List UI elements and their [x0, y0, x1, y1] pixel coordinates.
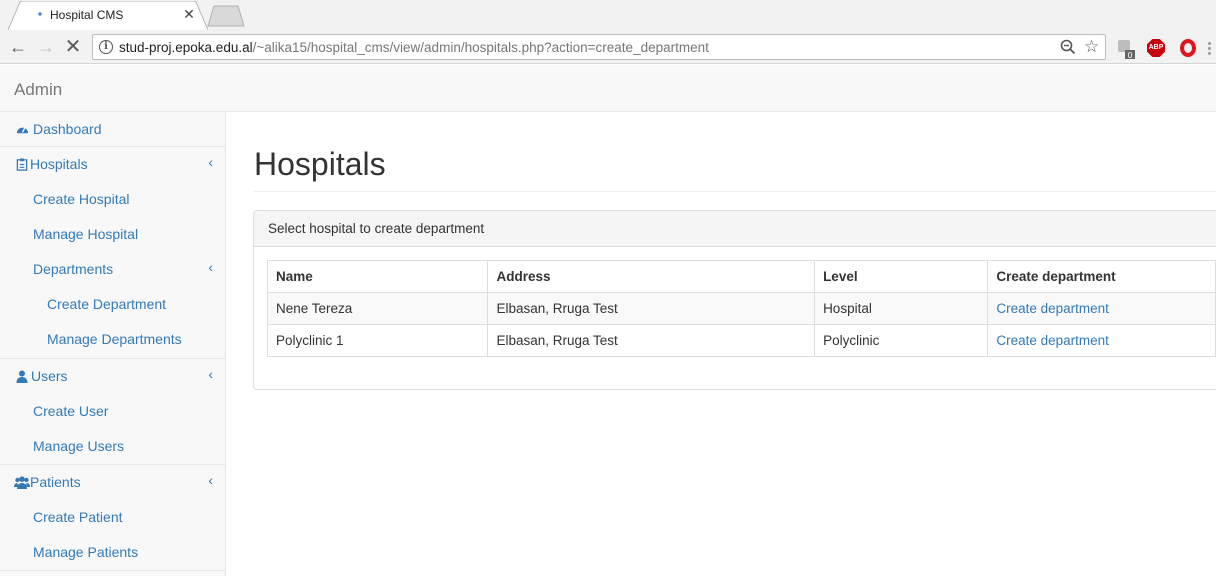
- column-header-name: Name: [266, 260, 489, 293]
- sidebar-label-departments: Departments: [33, 261, 114, 277]
- sidebar-label-hospitals: Hospitals: [30, 156, 88, 172]
- cell-level: Polyclinic: [814, 324, 989, 357]
- browser-tab[interactable]: Hospital CMS ✕: [8, 1, 208, 30]
- browser-tabstrip: Hospital CMS ✕: [0, 0, 1216, 30]
- sidebar-item-patients[interactable]: Patients ‹: [0, 465, 225, 500]
- column-header-address: Address: [487, 260, 816, 293]
- dashboard-icon: [16, 127, 29, 134]
- opera-icon[interactable]: [1180, 39, 1196, 57]
- sidebar-item-dashboard[interactable]: Dashboard: [0, 112, 225, 147]
- sidebar-label-manage-users: Manage Users: [33, 438, 125, 454]
- back-arrow-icon[interactable]: ←: [8, 37, 28, 57]
- sidebar-label-manage-patients: Manage Patients: [33, 544, 139, 560]
- sidebar-item-create-department[interactable]: Create Department: [0, 287, 225, 322]
- brand-link[interactable]: Admin: [14, 80, 62, 100]
- tab-title: Hospital CMS: [50, 8, 124, 22]
- title-divider: [254, 191, 1216, 192]
- cell-action: Create department: [987, 292, 1216, 325]
- table-row: Polyclinic 1 Elbasan, Rruga Test Polycli…: [266, 324, 1216, 357]
- sidebar-label-create-user: Create User: [33, 403, 109, 419]
- sidebar-label-manage-hospital: Manage Hospital: [33, 226, 139, 242]
- browser-menu-icon[interactable]: [1208, 42, 1211, 45]
- sidebar-item-manage-hospital[interactable]: Manage Hospital: [0, 217, 225, 252]
- table-header-row: Name Address Level Create department: [266, 260, 1216, 293]
- user-icon: [16, 370, 28, 383]
- sidebar-label-create-hospital: Create Hospital: [33, 191, 130, 207]
- page-title: Hospitals: [254, 146, 386, 182]
- url-text[interactable]: stud-proj.epoka.edu.al/~alika15/hospital…: [119, 40, 709, 55]
- patients-group-icon: [14, 476, 30, 489]
- sidebar-label-create-patient: Create Patient: [33, 509, 123, 525]
- chevron-left-icon: ‹: [208, 154, 213, 170]
- sidebar-label-users: Users: [31, 368, 68, 384]
- sidebar: Dashboard Hospitals ‹ Create Hospital Ma…: [0, 112, 226, 576]
- cell-name: Polyclinic 1: [266, 324, 489, 357]
- cell-action: Create department: [987, 324, 1216, 357]
- panel-heading: Select hospital to create department: [254, 211, 1216, 247]
- cell-address: Elbasan, Rruga Test: [487, 324, 816, 357]
- sidebar-item-hospitals[interactable]: Hospitals ‹: [0, 147, 225, 182]
- cell-name: Nene Tereza: [266, 292, 489, 325]
- sidebar-label-create-department: Create Department: [47, 296, 167, 312]
- sidebar-item-create-user[interactable]: Create User: [0, 394, 225, 429]
- sidebar-item-manage-departments[interactable]: Manage Departments: [0, 322, 225, 359]
- sidebar-item-departments[interactable]: Departments ‹: [0, 252, 225, 287]
- site-info-icon[interactable]: i: [99, 40, 113, 54]
- address-bar[interactable]: i stud-proj.epoka.edu.al/~alika15/hospit…: [92, 34, 1106, 60]
- zoom-icon[interactable]: [1059, 38, 1077, 56]
- cell-level: Hospital: [814, 292, 989, 325]
- cell-address: Elbasan, Rruga Test: [487, 292, 816, 325]
- browser-toolbar: ← → ✕ i stud-proj.epoka.edu.al/~alika15/…: [0, 30, 1216, 64]
- sidebar-item-users[interactable]: Users ‹: [0, 359, 225, 394]
- sidebar-label-manage-departments: Manage Departments: [47, 331, 182, 347]
- sidebar-item-manage-users[interactable]: Manage Users: [0, 429, 225, 465]
- sidebar-item-create-patient[interactable]: Create Patient: [0, 500, 225, 535]
- close-tab-icon[interactable]: ✕: [182, 7, 196, 21]
- chevron-left-icon: ‹: [208, 472, 213, 488]
- stop-loading-icon[interactable]: ✕: [63, 37, 83, 57]
- sidebar-label-dashboard: Dashboard: [33, 121, 102, 137]
- column-header-create-department: Create department: [987, 260, 1216, 293]
- extension-icon[interactable]: 0: [1116, 38, 1138, 60]
- url-path: /~alika15/hospital_cms/view/admin/hospit…: [252, 40, 709, 55]
- forward-arrow-icon[interactable]: →: [36, 37, 56, 57]
- bookmark-star-icon[interactable]: ☆: [1084, 37, 1099, 57]
- sidebar-item-create-hospital[interactable]: Create Hospital: [0, 182, 225, 217]
- chevron-left-icon: ‹: [208, 366, 213, 382]
- chevron-left-icon: ‹: [208, 259, 213, 275]
- create-department-link[interactable]: Create department: [996, 301, 1109, 316]
- extension-badge: 0: [1127, 51, 1132, 60]
- new-tab-button[interactable]: [206, 5, 246, 27]
- column-header-level: Level: [814, 260, 989, 293]
- hospitals-table: Name Address Level Create department Nen…: [266, 260, 1216, 357]
- adblock-icon[interactable]: ABP: [1147, 39, 1165, 57]
- sidebar-label-patients: Patients: [30, 474, 81, 490]
- hospital-clipboard-icon: [16, 158, 28, 171]
- favicon-icon: [38, 12, 42, 16]
- table-row: Nene Tereza Elbasan, Rruga Test Hospital…: [266, 292, 1216, 325]
- sidebar-item-manage-patients[interactable]: Manage Patients: [0, 535, 225, 571]
- create-department-link[interactable]: Create department: [996, 333, 1109, 348]
- url-host: stud-proj.epoka.edu.al: [119, 40, 253, 55]
- panel-heading-text: Select hospital to create department: [268, 221, 485, 236]
- navbar: Admin: [0, 65, 1216, 112]
